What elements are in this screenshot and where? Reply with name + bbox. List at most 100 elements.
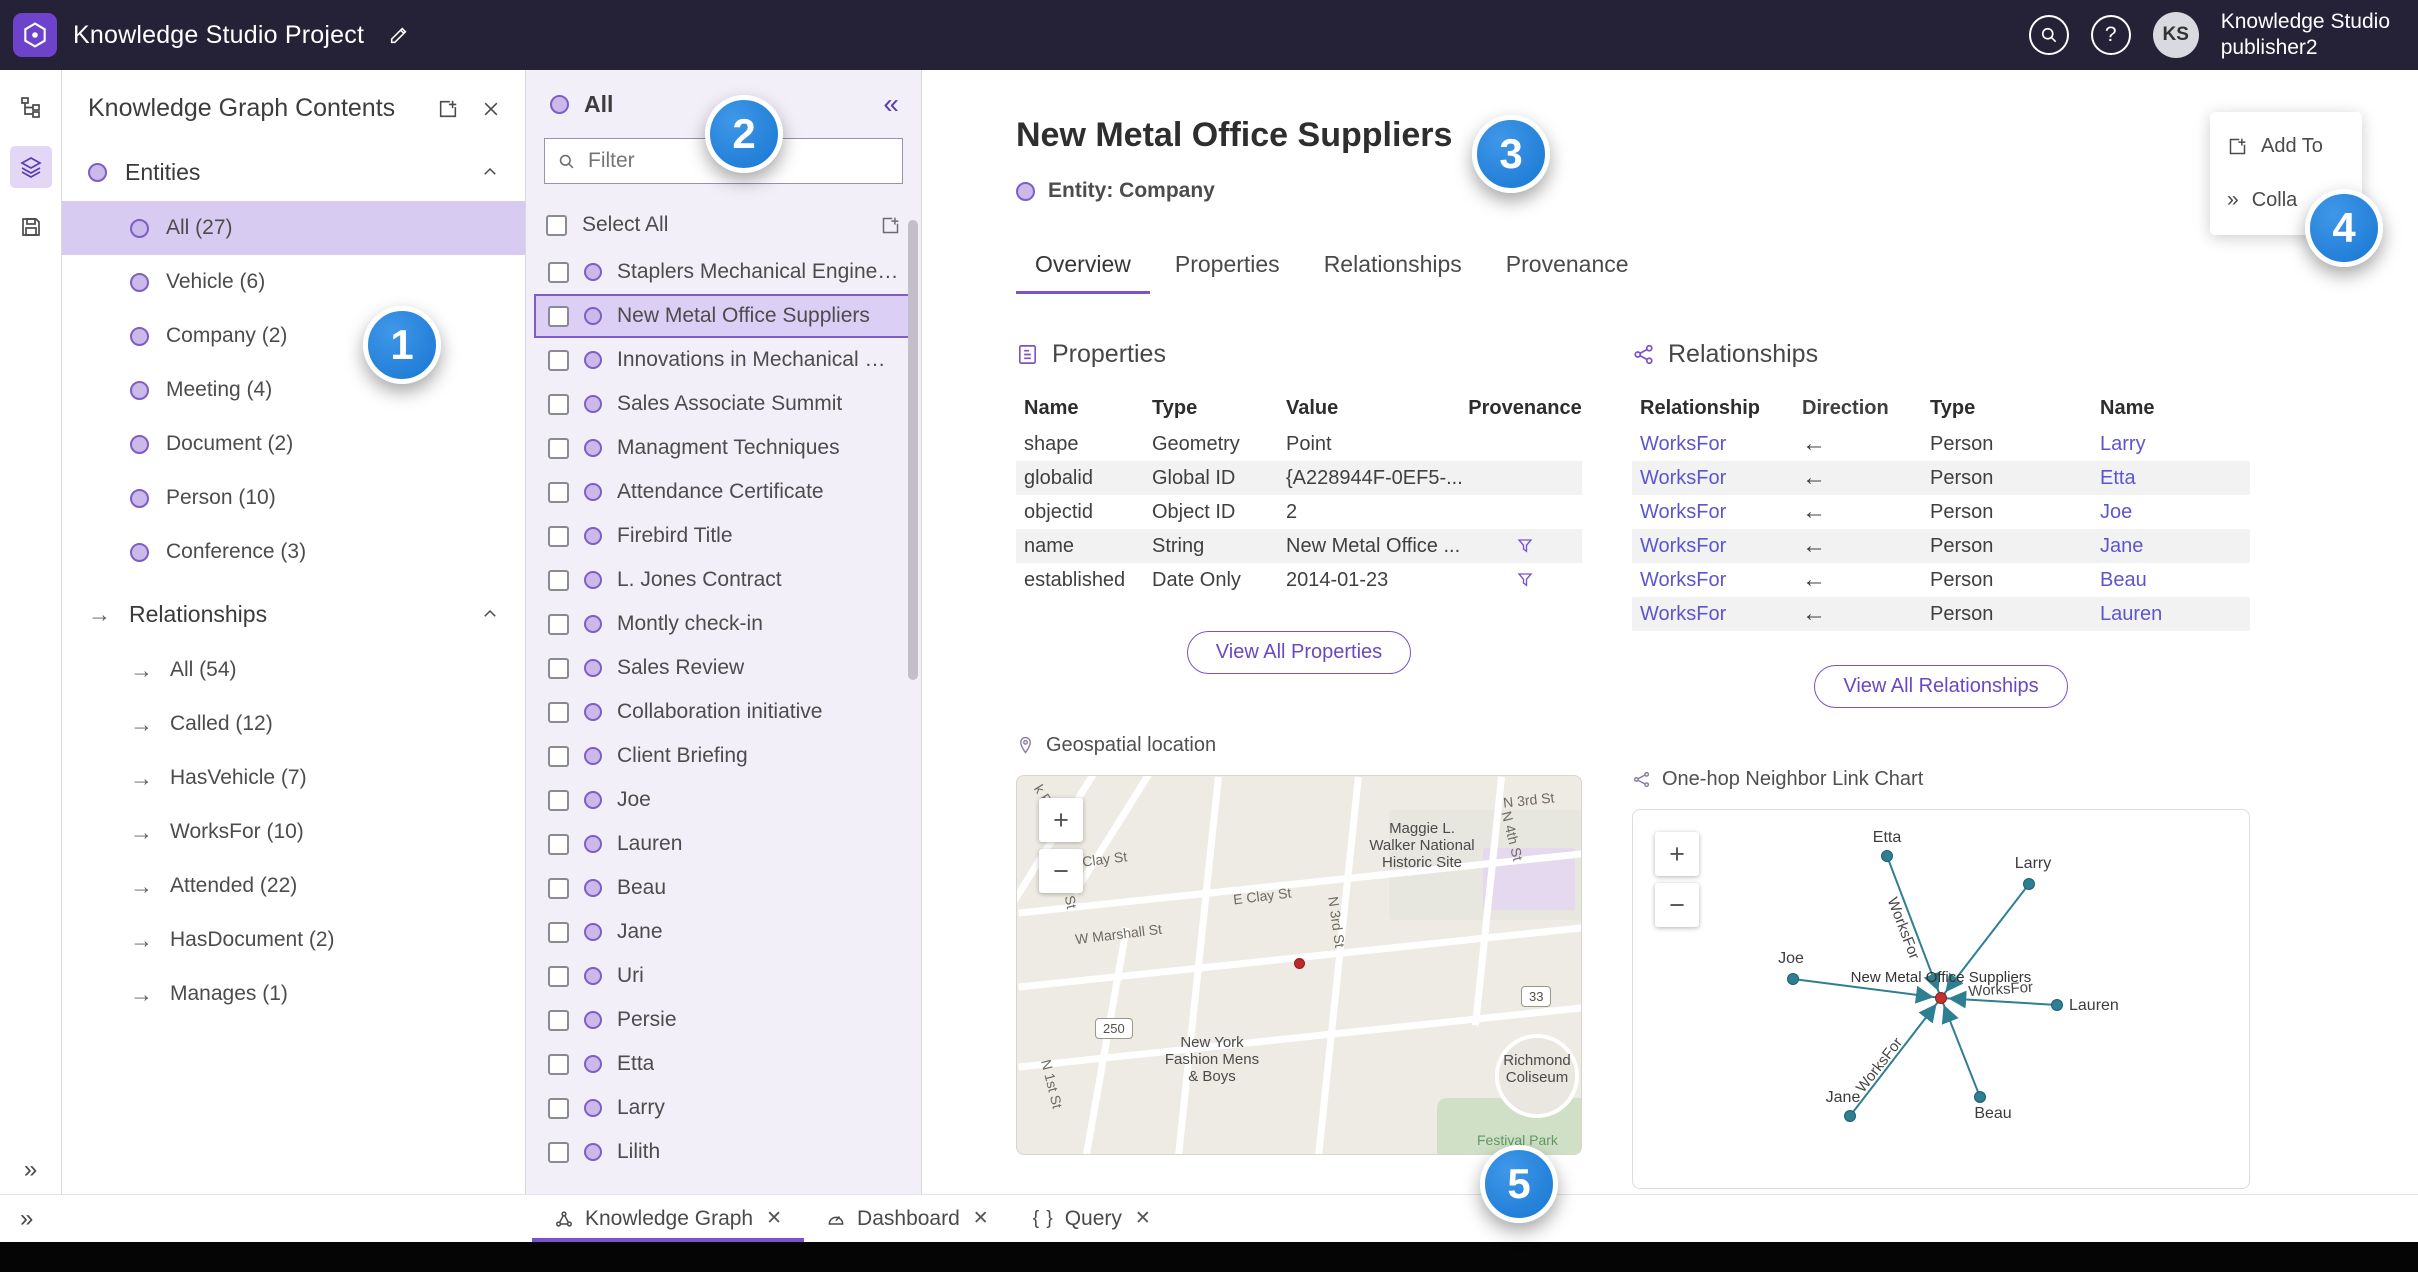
entity-list-item[interactable]: Joe	[534, 778, 911, 822]
entity-list-item[interactable]: Persie	[534, 998, 911, 1042]
related-entity-link[interactable]: Etta	[2100, 467, 2250, 490]
link-chart[interactable]: WorksFor WorksFor WorksFor Etta Larry Jo…	[1632, 809, 2250, 1189]
item-checkbox[interactable]	[548, 393, 569, 415]
close-tab-icon[interactable]: ✕	[766, 1207, 782, 1230]
item-checkbox[interactable]	[548, 701, 569, 723]
rail-expand-icon[interactable]: »	[0, 1156, 61, 1184]
item-checkbox[interactable]	[548, 1141, 569, 1163]
entity-list-item[interactable]: Innovations in Mechanical Engin...	[534, 338, 911, 382]
entity-list-item[interactable]: Uri	[534, 954, 911, 998]
select-all-row[interactable]: Select All	[526, 200, 921, 250]
relationship-link[interactable]: WorksFor	[1632, 535, 1802, 558]
relationship-link[interactable]: WorksFor	[1632, 603, 1802, 626]
related-entity-link[interactable]: Joe	[2100, 501, 2250, 524]
entity-tree-item[interactable]: Conference (3)	[62, 525, 525, 579]
view-all-relationships-button[interactable]: View All Relationships	[1814, 665, 2068, 708]
chevron-up-icon[interactable]	[481, 163, 499, 181]
entity-list-item[interactable]: L. Jones Contract	[534, 558, 911, 602]
entity-tree-item[interactable]: Person (10)	[62, 471, 525, 525]
detail-tab[interactable]: Overview	[1016, 241, 1150, 294]
close-panel-icon[interactable]	[481, 99, 501, 119]
relationship-tree-item[interactable]: → All (54)	[62, 643, 525, 697]
entity-list-item[interactable]: Lauren	[534, 822, 911, 866]
item-checkbox[interactable]	[548, 305, 569, 327]
entity-list-item[interactable]: Collaboration initiative	[534, 690, 911, 734]
tab-knowledge-graph[interactable]: Knowledge Graph ✕	[532, 1195, 804, 1242]
item-checkbox[interactable]	[548, 965, 569, 987]
collapse-panel-icon[interactable]: «	[883, 88, 899, 120]
related-entity-link[interactable]: Lauren	[2100, 603, 2250, 626]
relationship-link[interactable]: WorksFor	[1632, 501, 1802, 524]
relationship-tree-item[interactable]: → Attended (22)	[62, 859, 525, 913]
relationship-tree-item[interactable]: → Called (12)	[62, 697, 525, 751]
entity-list-item[interactable]: Staplers Mechanical Engineering	[534, 250, 911, 294]
entity-list-item[interactable]: Attendance Certificate	[534, 470, 911, 514]
item-checkbox[interactable]	[548, 1097, 569, 1119]
zoom-out-button[interactable]: −	[1039, 849, 1083, 893]
entity-list-item[interactable]: Etta	[534, 1042, 911, 1086]
item-checkbox[interactable]	[548, 349, 569, 371]
help-icon[interactable]: ?	[2090, 15, 2131, 55]
save-icon[interactable]	[10, 206, 52, 248]
item-checkbox[interactable]	[548, 261, 569, 283]
related-entity-link[interactable]: Jane	[2100, 535, 2250, 558]
provenance-icon[interactable]	[1468, 537, 1582, 555]
related-entity-link[interactable]: Larry	[2100, 433, 2250, 456]
tab-dashboard[interactable]: Dashboard ✕	[804, 1195, 1011, 1242]
entity-list-item[interactable]: Sales Associate Summit	[534, 382, 911, 426]
add-to-selection-icon[interactable]	[880, 215, 901, 236]
entity-tree-item[interactable]: Meeting (4)	[62, 363, 525, 417]
item-checkbox[interactable]	[548, 921, 569, 943]
item-checkbox[interactable]	[548, 1053, 569, 1075]
avatar[interactable]: KS	[2152, 12, 2199, 58]
detail-tab[interactable]: Properties	[1156, 241, 1299, 294]
entity-list-item[interactable]: Montly check-in	[534, 602, 911, 646]
node-larry[interactable]	[2023, 878, 2035, 890]
related-entity-link[interactable]: Beau	[2100, 569, 2250, 592]
entity-list-item[interactable]: Lilith	[534, 1130, 911, 1174]
entity-list-item[interactable]: Sales Review	[534, 646, 911, 690]
entity-tree-item[interactable]: Company (2)	[62, 309, 525, 363]
select-all-checkbox[interactable]	[546, 214, 567, 236]
hierarchy-icon[interactable]	[10, 86, 52, 128]
relationship-tree-item[interactable]: → HasVehicle (7)	[62, 751, 525, 805]
view-all-properties-button[interactable]: View All Properties	[1186, 631, 1412, 674]
detail-tab[interactable]: Relationships	[1305, 241, 1481, 294]
entity-list-item[interactable]: Firebird Title	[534, 514, 911, 558]
item-checkbox[interactable]	[548, 877, 569, 899]
relationship-tree-item[interactable]: → WorksFor (10)	[62, 805, 525, 859]
search-icon[interactable]	[2028, 15, 2069, 55]
relationship-link[interactable]: WorksFor	[1632, 433, 1802, 456]
entity-list-item[interactable]: Beau	[534, 866, 911, 910]
bottom-expand-icon[interactable]: »	[20, 1205, 33, 1233]
item-checkbox[interactable]	[548, 745, 569, 767]
node-lauren[interactable]	[2051, 999, 2063, 1011]
entity-list-item[interactable]: Client Briefing	[534, 734, 911, 778]
chevron-up-icon[interactable]	[481, 605, 499, 623]
item-checkbox[interactable]	[548, 481, 569, 503]
item-checkbox[interactable]	[548, 525, 569, 547]
item-checkbox[interactable]	[548, 1009, 569, 1031]
item-checkbox[interactable]	[548, 569, 569, 591]
add-to-panel-icon[interactable]	[437, 98, 459, 120]
item-checkbox[interactable]	[548, 789, 569, 811]
entities-section-header[interactable]: Entities	[62, 143, 525, 201]
layers-icon[interactable]	[9, 146, 52, 188]
tab-query[interactable]: { } Query ✕	[1011, 1195, 1173, 1242]
detail-tab[interactable]: Provenance	[1487, 241, 1648, 294]
add-to-menu-item[interactable]: Add To	[2210, 120, 2362, 173]
app-logo[interactable]	[13, 13, 57, 57]
close-tab-icon[interactable]: ✕	[1135, 1207, 1151, 1230]
entity-list-item[interactable]: Jane	[534, 910, 911, 954]
node-center[interactable]	[1935, 992, 1947, 1004]
entity-tree-item[interactable]: All (27)	[62, 201, 525, 255]
relationship-link[interactable]: WorksFor	[1632, 569, 1802, 592]
node-etta[interactable]	[1881, 850, 1893, 862]
relationships-section-header[interactable]: → Relationships	[62, 585, 525, 643]
provenance-icon[interactable]	[1468, 571, 1582, 589]
item-checkbox[interactable]	[548, 657, 569, 679]
node-joe[interactable]	[1787, 973, 1799, 985]
zoom-out-button[interactable]: −	[1655, 883, 1699, 927]
relationship-link[interactable]: WorksFor	[1632, 467, 1802, 490]
entity-tree-item[interactable]: Document (2)	[62, 417, 525, 471]
